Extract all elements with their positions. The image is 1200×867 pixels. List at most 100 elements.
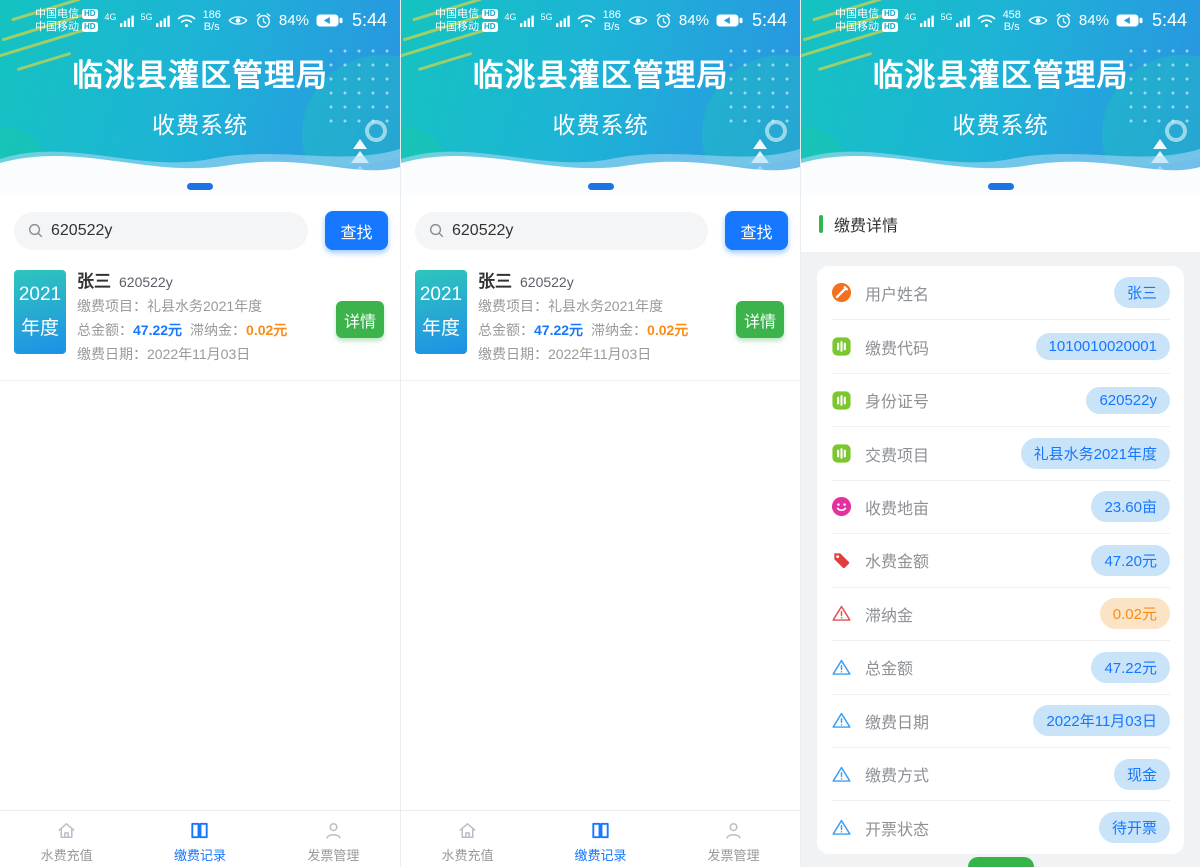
carrier-name: 中国移动 xyxy=(835,21,879,34)
person-icon xyxy=(722,819,745,842)
total-value: 47.22元 xyxy=(133,322,182,338)
battery-icon xyxy=(316,14,343,27)
network-type-label: 5G xyxy=(541,12,553,22)
date-label: 缴费日期： xyxy=(77,346,147,362)
detail-row: 缴费日期 2022年11月03日 xyxy=(831,694,1170,747)
tab-label: 发票管理 xyxy=(707,845,759,864)
row-label: 总金额 xyxy=(865,655,1091,679)
warning-icon xyxy=(831,657,852,678)
code-icon xyxy=(831,390,852,411)
row-value-pill: 礼县水务2021年度 xyxy=(1021,438,1170,469)
signal-bars-icon xyxy=(920,15,934,27)
hd-badge: HD xyxy=(882,9,898,19)
record-info: 张三620522y 缴费项目：礼县水务2021年度 总金额：47.22元滞纳金：… xyxy=(478,270,688,366)
detail-row: 水费金额 47.20元 xyxy=(831,533,1170,586)
app-header: 中国电信HD 中国移动HD 4G 5G 458B/s 84% 5:44 临洮县灌… xyxy=(801,0,1200,195)
page-title: 临洮县灌区管理局 xyxy=(0,50,400,95)
search-icon xyxy=(27,222,44,239)
tab-bar: 水费充值 缴费记录 发票管理 xyxy=(0,810,400,867)
carrier-labels: 中国电信HD 中国移动HD xyxy=(435,8,498,34)
hd-badge: HD xyxy=(882,22,898,32)
tab-invoice-management[interactable]: 发票管理 xyxy=(667,811,800,867)
detail-button[interactable]: 详情 xyxy=(336,301,384,338)
hd-badge: HD xyxy=(482,9,498,19)
year-value: 2021 xyxy=(420,284,462,306)
wifi-icon xyxy=(177,14,196,28)
network-type-label: 4G xyxy=(105,12,117,22)
section-header: 缴费详情 xyxy=(801,195,1200,252)
detail-row: 总金额 47.22元 xyxy=(831,640,1170,693)
clock-time: 5:44 xyxy=(352,10,387,31)
detail-row: 交费项目 礼县水务2021年度 xyxy=(831,426,1170,479)
detail-row: 身份证号 620522y xyxy=(831,373,1170,426)
find-button[interactable]: 查找 xyxy=(325,211,388,250)
smiley-icon xyxy=(831,496,852,517)
hd-badge: HD xyxy=(82,9,98,19)
book-icon xyxy=(188,819,211,842)
tab-water-recharge[interactable]: 水费充值 xyxy=(0,811,133,867)
year-label: 年度 xyxy=(21,313,59,340)
search-value: 620522y xyxy=(51,222,112,240)
detail-button[interactable]: 详情 xyxy=(736,301,784,338)
status-bar: 中国电信HD 中国移动HD 4G 5G 186B/s 84% 5:44 xyxy=(401,0,800,38)
bottom-action-button[interactable] xyxy=(968,857,1034,867)
wifi-icon xyxy=(977,14,996,28)
carrier-name: 中国移动 xyxy=(435,21,479,34)
detail-row: 缴费方式 现金 xyxy=(831,747,1170,800)
carrier-labels: 中国电信HD 中国移动HD xyxy=(35,8,98,34)
row-label: 缴费代码 xyxy=(865,335,1036,359)
row-label: 身份证号 xyxy=(865,388,1086,412)
row-label: 缴费方式 xyxy=(865,762,1114,786)
signal-bars-icon xyxy=(520,15,534,27)
tab-payment-records[interactable]: 缴费记录 xyxy=(534,811,667,867)
page-title: 临洮县灌区管理局 xyxy=(401,50,800,95)
tag-icon xyxy=(831,550,852,571)
code-icon xyxy=(831,443,852,464)
tab-bar: 水费充值 缴费记录 发票管理 xyxy=(401,810,800,867)
status-bar: 中国电信HD 中国移动HD 4G 5G 186B/s 84% 5:44 xyxy=(0,0,400,38)
tab-payment-records[interactable]: 缴费记录 xyxy=(133,811,266,867)
app-header: 中国电信HD 中国移动HD 4G 5G 186B/s 84% 5:44 临洮县灌… xyxy=(401,0,800,195)
record-info: 张三620522y 缴费项目：礼县水务2021年度 总金额：47.22元滞纳金：… xyxy=(77,270,287,366)
network-type-label: 5G xyxy=(941,12,953,22)
date-value: 2022年11月03日 xyxy=(147,346,250,362)
battery-icon xyxy=(716,14,743,27)
network-type-label: 5G xyxy=(141,12,153,22)
carrier-name: 中国电信 xyxy=(35,8,79,21)
tab-label: 发票管理 xyxy=(307,845,359,864)
battery-percent: 84% xyxy=(279,12,309,29)
search-row: 620522y 查找 xyxy=(415,211,788,250)
user-name: 张三 xyxy=(478,272,512,291)
row-value-pill: 现金 xyxy=(1114,759,1170,790)
late-fee-value: 0.02元 xyxy=(246,322,287,338)
page-title: 临洮县灌区管理局 xyxy=(801,50,1200,95)
search-input[interactable]: 620522y xyxy=(14,212,308,250)
detail-card: 用户姓名 张三 缴费代码 1010010020001 身份证号 620522y … xyxy=(817,266,1184,854)
row-value-pill: 张三 xyxy=(1114,277,1170,308)
row-value-pill: 23.60亩 xyxy=(1091,491,1170,522)
home-icon xyxy=(456,819,479,842)
search-value: 620522y xyxy=(452,222,513,240)
row-label: 缴费日期 xyxy=(865,709,1033,733)
clock-time: 5:44 xyxy=(1152,10,1187,31)
book-icon xyxy=(589,819,612,842)
tab-invoice-management[interactable]: 发票管理 xyxy=(267,811,400,867)
row-label: 收费地亩 xyxy=(865,495,1091,519)
home-icon xyxy=(55,819,78,842)
row-value-pill: 47.22元 xyxy=(1091,652,1170,683)
phone-screen-records-2: 中国电信HD 中国移动HD 4G 5G 186B/s 84% 5:44 临洮县灌… xyxy=(400,0,800,867)
row-value-pill: 待开票 xyxy=(1099,812,1170,843)
year-label: 年度 xyxy=(422,313,460,340)
battery-icon xyxy=(1116,14,1143,27)
network-speed: 186B/s xyxy=(203,9,221,33)
tab-water-recharge[interactable]: 水费充值 xyxy=(401,811,534,867)
row-value-pill: 2022年11月03日 xyxy=(1033,705,1170,736)
search-icon xyxy=(428,222,445,239)
header-indicator-dash xyxy=(588,183,614,190)
signal-bars-icon xyxy=(956,15,970,27)
find-button[interactable]: 查找 xyxy=(725,211,788,250)
search-row: 620522y 查找 xyxy=(14,211,388,250)
battery-percent: 84% xyxy=(1079,12,1109,29)
search-input[interactable]: 620522y xyxy=(415,212,708,250)
detail-row: 用户姓名 张三 xyxy=(831,266,1170,319)
